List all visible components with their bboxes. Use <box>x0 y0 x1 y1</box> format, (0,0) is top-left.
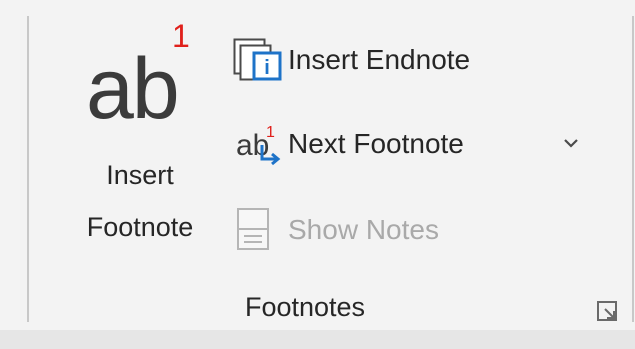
dialog-launcher-icon <box>597 301 617 321</box>
svg-text:1: 1 <box>266 124 275 141</box>
next-footnote-label: Next Footnote <box>288 128 464 159</box>
ribbon-footnotes-group: ab 1 Insert Footnote i Insert Endnote ab… <box>0 0 635 349</box>
insert-footnote-label-line2: Footnote <box>86 212 194 242</box>
dialog-launcher-button[interactable] <box>596 300 620 324</box>
ribbon-bottom-edge <box>0 330 635 349</box>
show-notes-label: Show Notes <box>288 214 439 245</box>
insert-endnote-label: Insert Endnote <box>288 44 471 75</box>
group-separator-right <box>632 16 634 322</box>
group-label: Footnotes <box>244 292 366 322</box>
group-separator-left <box>27 16 29 322</box>
next-footnote-button[interactable]: ab 1 Next Footnote <box>232 120 464 168</box>
next-footnote-dropdown[interactable] <box>556 128 586 158</box>
endnote-page-icon: i <box>232 37 284 83</box>
footnote-superscript-mark: 1 <box>172 18 190 54</box>
insert-footnote-label-line1: Insert <box>106 160 174 190</box>
show-notes-icon <box>232 207 284 253</box>
svg-text:i: i <box>264 57 270 79</box>
next-footnote-icon: ab 1 <box>232 121 284 167</box>
show-notes-button[interactable]: Show Notes <box>232 206 439 254</box>
svg-text:ab: ab <box>236 129 269 162</box>
insert-footnote-icon: ab <box>86 41 180 137</box>
chevron-down-icon <box>564 139 578 148</box>
insert-endnote-button[interactable]: i Insert Endnote <box>232 36 470 84</box>
